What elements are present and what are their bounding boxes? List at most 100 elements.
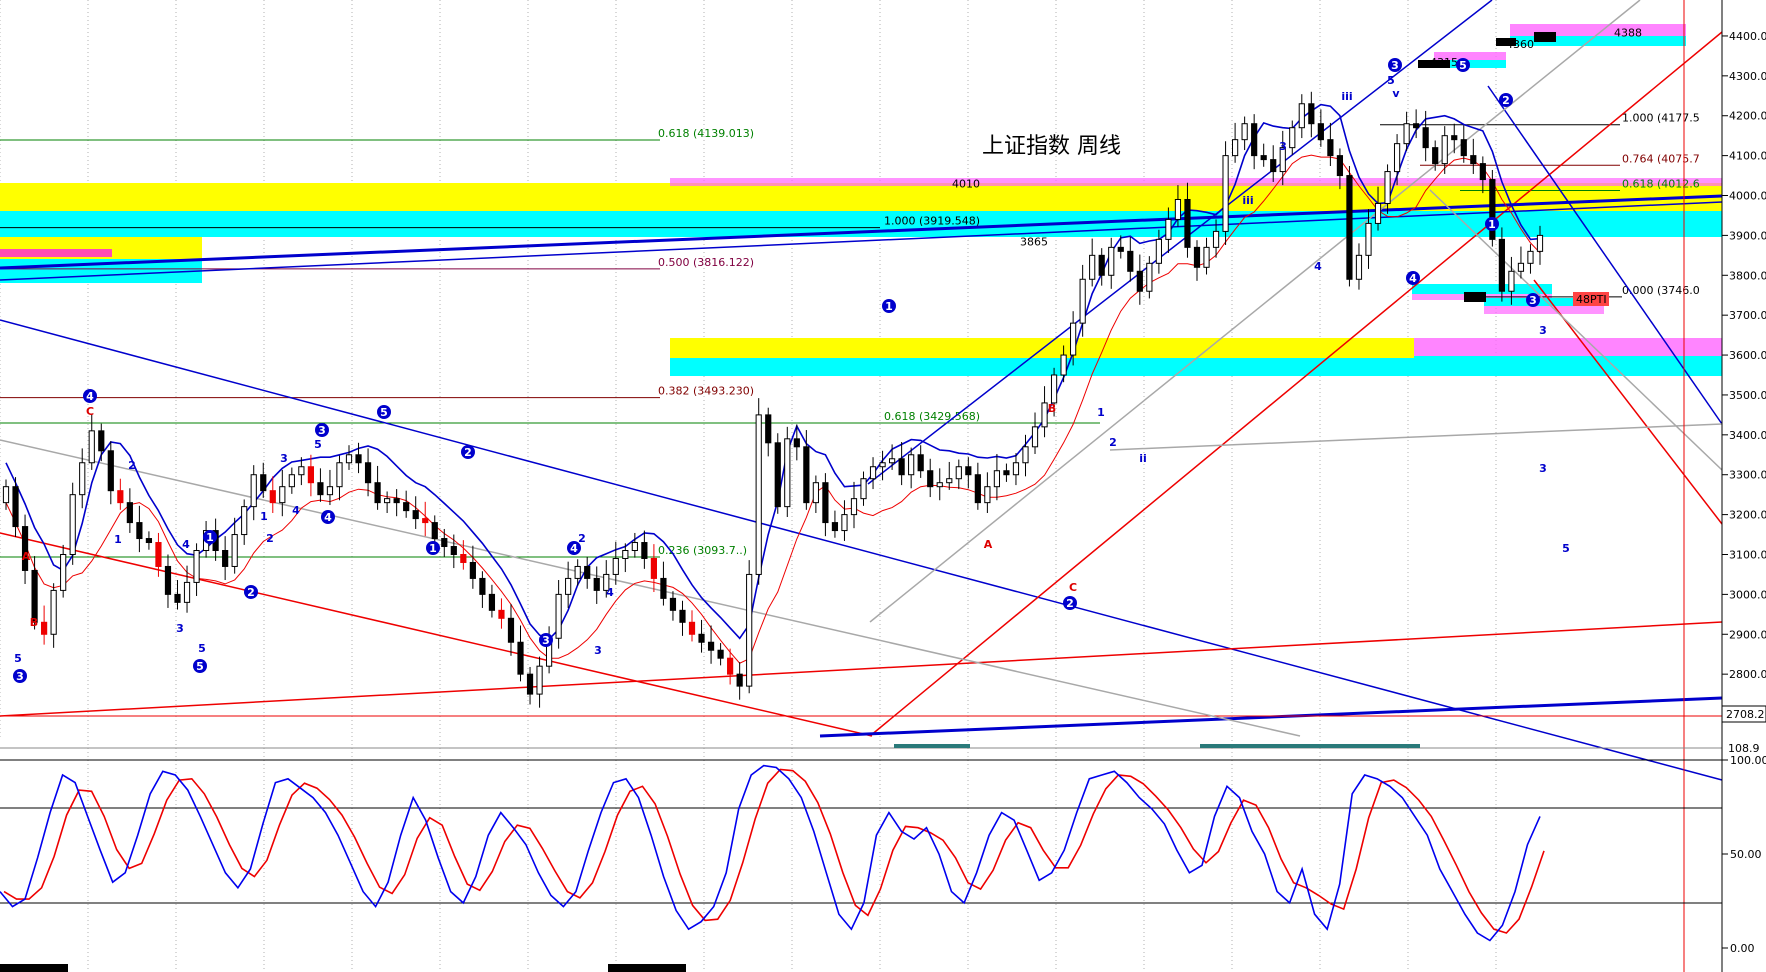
- candle-body: [1070, 322, 1077, 356]
- candle-body: [1050, 374, 1058, 404]
- candle-body: [1098, 254, 1105, 276]
- wave-label: iii: [1341, 90, 1352, 103]
- candle-body: [946, 478, 953, 484]
- candle-body: [260, 474, 267, 492]
- wave-label: 5: [14, 652, 22, 665]
- candle-body: [1536, 234, 1544, 252]
- candle-body: [869, 466, 877, 480]
- wave-label: 2: [464, 446, 472, 459]
- candle-body: [1384, 171, 1391, 204]
- candle-body: [860, 478, 867, 500]
- candle-body: [1365, 222, 1372, 256]
- candle-body: [355, 454, 362, 464]
- wave-label: 2: [578, 532, 586, 545]
- wave-label-red: A: [22, 550, 31, 563]
- price-level-bar: [1534, 32, 1556, 42]
- candle-body: [1298, 103, 1305, 129]
- candle-body: [1193, 246, 1201, 268]
- wave-label: 3: [542, 634, 550, 647]
- price-chart: 0.618 (4139.013) 1.000 (3919.548) 0.500 (3…: [0, 0, 1766, 972]
- candle-body: [1508, 270, 1515, 292]
- wave-label: 5: [314, 438, 322, 451]
- candle-body: [936, 482, 943, 488]
- candle-body: [136, 522, 143, 540]
- fib-level-label: 0.764 (4075.7: [1622, 152, 1700, 165]
- price-tick-label: 4000.0: [1729, 190, 1766, 203]
- candle-body: [336, 462, 343, 488]
- candle-body: [393, 498, 400, 504]
- candle-body: [1136, 270, 1143, 292]
- wave-label: iii: [1242, 194, 1253, 207]
- candle-body: [1403, 123, 1410, 145]
- candle-body: [1127, 250, 1134, 272]
- wave-label: 4: [182, 538, 190, 551]
- price-tick-label: 3800.0: [1729, 269, 1766, 282]
- price-level-bar: [1496, 38, 1516, 46]
- candle-body: [1165, 218, 1172, 240]
- candle-body: [1479, 163, 1486, 181]
- wave-label: 3: [1539, 324, 1547, 337]
- candle-body: [422, 518, 429, 524]
- wave-label: 3: [16, 670, 24, 683]
- wave-label: 2: [128, 459, 136, 472]
- candle-body: [1022, 446, 1029, 464]
- wave-label: 3: [176, 622, 184, 635]
- candle-body: [326, 486, 334, 496]
- candle-body: [41, 621, 48, 635]
- candle-body: [631, 542, 638, 552]
- candle-body: [231, 534, 238, 567]
- candle-body: [1441, 135, 1448, 165]
- price-level-label: 4388: [1614, 27, 1642, 40]
- candle-body: [593, 577, 600, 591]
- price-level-label: 3865: [1020, 235, 1048, 248]
- candle-body: [403, 502, 410, 512]
- candle-body: [69, 494, 76, 555]
- candle-body: [183, 581, 191, 603]
- candle-body: [1222, 155, 1229, 232]
- wave-label: 1: [885, 300, 893, 313]
- candle-body: [88, 430, 95, 464]
- candle-body: [1270, 159, 1277, 173]
- candle-body: [193, 550, 200, 583]
- wave-label: 2: [266, 532, 274, 545]
- wave-label: 3: [280, 452, 288, 465]
- wave-label: 3: [594, 644, 602, 657]
- oscillator-tick-label: 100.00: [1730, 754, 1766, 767]
- candle-body: [1498, 238, 1505, 292]
- candle-body: [50, 589, 57, 635]
- fib-level-label: 0.500 (3816.122): [658, 256, 754, 269]
- candle-body: [1289, 127, 1296, 149]
- candle-body: [698, 633, 705, 643]
- oscillator-value-marker: 108.9: [1728, 742, 1760, 755]
- candle-body: [12, 486, 19, 528]
- wave-label-red: C: [1069, 581, 1077, 594]
- price-tick-label: 3300.0: [1729, 469, 1766, 482]
- chart-title: 上证指数 周线: [982, 134, 1121, 159]
- wave-label: 5: [1459, 59, 1467, 72]
- candle-body: [565, 577, 572, 595]
- candle-body: [927, 470, 934, 488]
- candle-body: [841, 514, 848, 532]
- candle-body: [1451, 135, 1458, 141]
- wave-label: 3: [318, 424, 326, 437]
- candle-body: [517, 641, 524, 675]
- candle-body: [612, 557, 619, 575]
- candle-body: [384, 498, 391, 504]
- candle-body: [450, 546, 457, 555]
- price-tick-label: 4200.0: [1729, 110, 1766, 123]
- candle-body: [793, 438, 800, 448]
- wave-label: 4: [1409, 272, 1417, 285]
- fib-level-label: 0.000 (3746.0: [1622, 284, 1700, 297]
- candle-body: [507, 617, 515, 643]
- wave-label: 1: [206, 531, 214, 544]
- price-tick-label: 3900.0: [1729, 229, 1766, 242]
- candle-body: [1432, 147, 1439, 165]
- price-tick-label: 3600.0: [1729, 349, 1766, 362]
- wave-label: 3: [1391, 59, 1399, 72]
- fib-level-label: 1.000 (3919.548): [884, 215, 980, 228]
- candle-body: [317, 482, 324, 496]
- candle-body: [1260, 155, 1267, 161]
- wave-label-red: A: [984, 538, 993, 551]
- candle-body: [650, 557, 658, 579]
- candle-body: [736, 673, 743, 687]
